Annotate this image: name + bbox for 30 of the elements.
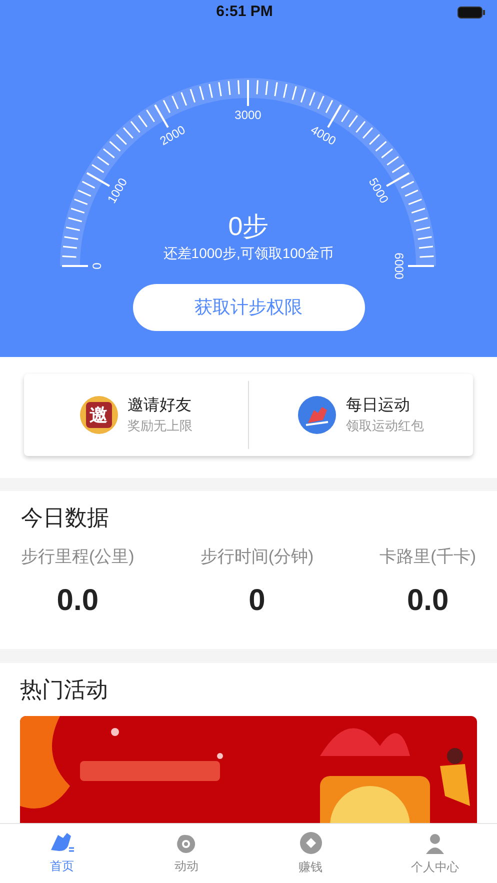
shortcut-subtitle: 领取运动红包 [346, 417, 424, 435]
scale-label: 3000 [234, 108, 262, 122]
step-hint: 还差1000步,可领取100金币 [163, 244, 334, 263]
stat-label: 卡路里(千卡) [380, 546, 476, 568]
tab[interactable]: 个人中心 [372, 824, 497, 883]
scale-label: 6000 [392, 252, 406, 280]
shortcut-title[interactable]: 邀请好友 [128, 395, 192, 417]
shoe-icon [298, 396, 336, 434]
shoe-icon [49, 832, 76, 854]
scale-label: 0 [90, 262, 104, 270]
invite-icon: 邀 [80, 396, 118, 434]
stat-label: 步行时间(分钟) [200, 546, 314, 568]
stat-value: 0.0 [406, 583, 449, 619]
shortcut-subtitle: 奖励无上限 [128, 417, 192, 435]
stat-value: 0.0 [56, 583, 99, 619]
stat-label: 步行里程(公里) [21, 546, 134, 568]
step-count: 0步 [228, 210, 269, 243]
shortcut-title[interactable]: 每日运动 [346, 395, 424, 417]
battery-icon [456, 6, 485, 18]
permission-button[interactable]: 获取计步权限 [132, 284, 364, 331]
tab[interactable]: 赚钱 [248, 824, 373, 883]
tab[interactable]: 动动 [124, 824, 248, 883]
status-time: 6:51 PM [216, 2, 273, 22]
tab[interactable]: 首页 [0, 824, 124, 883]
scale-label: 2000 [158, 122, 188, 148]
coin-icon [298, 831, 323, 855]
section-title: 热门活动 [20, 676, 109, 704]
section-title: 今日数据 [21, 504, 110, 532]
scale-label: 4000 [308, 122, 338, 148]
stat-value: 0 [248, 583, 266, 619]
